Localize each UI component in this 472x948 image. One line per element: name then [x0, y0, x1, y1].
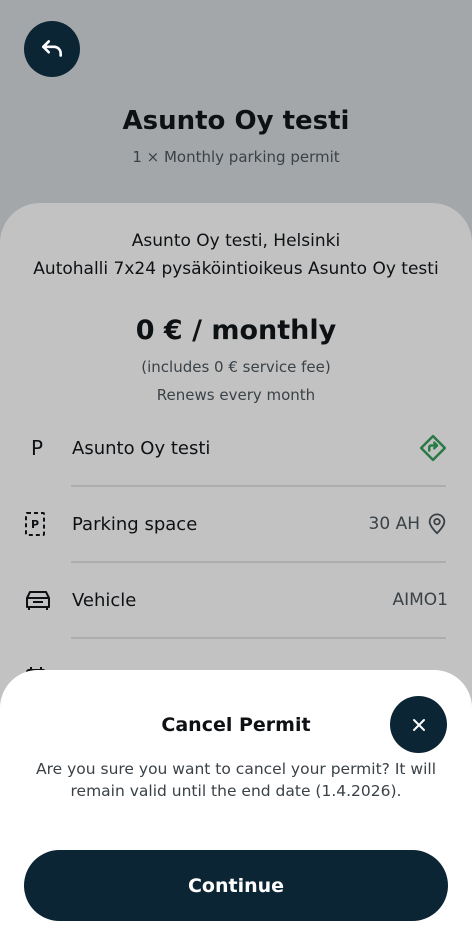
- directions-icon[interactable]: [418, 433, 448, 463]
- location-pin-icon: [428, 513, 446, 535]
- parking-space-label: Parking space: [72, 513, 198, 535]
- renewal-info: Renews every month: [156, 386, 316, 404]
- car-icon: [24, 585, 54, 615]
- parking-space-value: 30 AH: [368, 514, 420, 534]
- location-label: Asunto Oy testi: [72, 437, 211, 459]
- back-arrow-icon: [42, 40, 62, 57]
- vehicle-label: Vehicle: [72, 589, 137, 611]
- divider: [71, 637, 446, 639]
- address-line-2: Autohalli 7x24 pysäköintioikeus Asunto O…: [33, 259, 439, 279]
- detail-row-vehicle[interactable]: Vehicle AIMO1: [24, 576, 448, 624]
- parking-space-icon: P: [24, 509, 54, 539]
- location-value: [418, 433, 448, 463]
- page-title: Asunto Oy testi: [122, 106, 350, 136]
- back-button[interactable]: [24, 21, 80, 77]
- divider: [71, 485, 446, 487]
- continue-button[interactable]: Continue: [24, 850, 448, 921]
- address-line-1: Asunto Oy testi, Helsinki: [131, 231, 341, 251]
- detail-row-parking-space[interactable]: P Parking space 30 AH: [24, 500, 448, 548]
- price: 0 € / monthly: [135, 315, 337, 346]
- page-subtitle: 1 × Monthly parking permit: [132, 148, 340, 166]
- svg-text:P: P: [31, 518, 39, 531]
- parking-p-icon: P: [31, 436, 44, 460]
- service-fee: (includes 0 € service fee): [141, 358, 331, 376]
- close-button[interactable]: [390, 696, 447, 753]
- divider: [71, 561, 446, 563]
- detail-row-location[interactable]: P Asunto Oy testi: [24, 424, 448, 472]
- vehicle-value: AIMO1: [392, 590, 448, 610]
- dialog-message: Are you sure you want to cancel your per…: [36, 760, 436, 800]
- close-icon: [412, 718, 425, 731]
